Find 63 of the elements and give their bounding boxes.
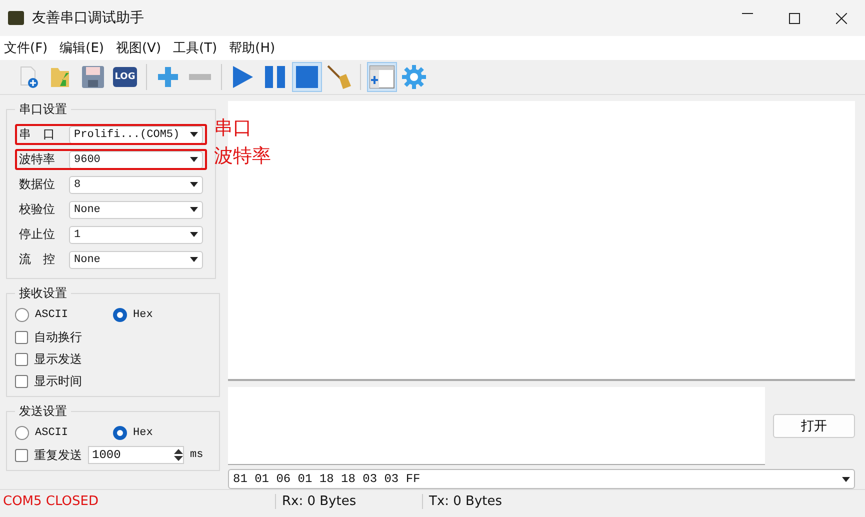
broom-icon — [326, 64, 352, 90]
checkbox[interactable]: 自动换行 — [15, 328, 82, 346]
unit-label: ms — [190, 449, 204, 461]
radio-button[interactable]: ASCII — [15, 308, 113, 322]
checkbox[interactable]: 显示发送 — [15, 350, 82, 368]
port-status: COM5 CLOSED — [2, 494, 100, 508]
menu-item[interactable]: 工具(T) — [173, 39, 218, 57]
dropdown[interactable]: None — [69, 200, 203, 218]
field-label: 流 控 — [19, 251, 56, 268]
new-file-icon — [18, 65, 40, 89]
dropdown-caret-icon — [190, 182, 198, 187]
pause-icon — [264, 65, 286, 89]
dropdown-caret-icon — [190, 157, 198, 162]
window-plus-icon — [369, 65, 395, 89]
dropdown-caret-icon — [190, 207, 198, 212]
field-label: 数据位 — [19, 176, 56, 193]
annotation-label: 串口 — [214, 116, 252, 141]
window-title: 友善串口调试助手 — [32, 9, 144, 27]
log-icon: LOG — [112, 67, 138, 87]
spin-arrows-icon — [174, 448, 183, 462]
checkbox[interactable]: 显示时间 — [15, 372, 82, 390]
minimize-icon[interactable] — [742, 12, 753, 14]
toolbar-button[interactable] — [292, 62, 322, 92]
menu-item[interactable]: 帮助(H) — [229, 39, 276, 57]
field-label: 波特率 — [19, 151, 56, 168]
toolbar-button[interactable]: LOG — [110, 62, 140, 92]
dropdown[interactable]: Prolifi...(COM5) — [69, 126, 203, 144]
dropdown-caret-icon — [190, 257, 198, 262]
menu-item[interactable]: 文件(F) — [4, 39, 48, 57]
dropdown[interactable]: 9600 — [69, 150, 203, 168]
radio-button[interactable]: ASCII — [15, 426, 113, 440]
rx-counter: Rx: 0 Bytes — [275, 494, 422, 508]
command-combo[interactable]: 81 01 06 01 18 18 03 03 FF — [228, 469, 855, 489]
group-title: 接收设置 — [18, 285, 68, 302]
checkbox[interactable]: 重复发送 — [15, 446, 82, 464]
menu-item[interactable]: 视图(V) — [116, 39, 162, 57]
interval-spinbox[interactable]: 1000 — [88, 446, 184, 464]
toolbar-button[interactable] — [367, 62, 397, 92]
dropdown-caret-icon — [842, 476, 850, 482]
radio-button[interactable]: Hex — [113, 426, 211, 440]
stop-icon — [295, 65, 319, 89]
toolbar-button[interactable] — [399, 62, 429, 92]
field-label: 停止位 — [19, 226, 56, 243]
menu-item[interactable]: 编辑(E) — [60, 39, 104, 57]
maximize-icon[interactable] — [789, 12, 800, 24]
dropdown[interactable]: None — [69, 250, 203, 268]
dropdown-caret-icon — [190, 232, 198, 237]
app-icon — [8, 11, 24, 25]
plus-icon — [157, 66, 179, 88]
dropdown[interactable]: 8 — [69, 176, 203, 194]
group-title: 串口设置 — [18, 101, 68, 118]
tx-counter: Tx: 0 Bytes — [422, 494, 569, 508]
dropdown-caret-icon — [190, 132, 198, 137]
annotation-label: 波特率 — [214, 144, 271, 169]
radio-button[interactable]: Hex — [113, 308, 211, 322]
field-label: 串 口 — [19, 126, 56, 143]
close-icon[interactable] — [836, 12, 847, 24]
play-icon — [232, 65, 254, 89]
group-title: 发送设置 — [18, 403, 68, 420]
open-button[interactable]: 打开 — [773, 414, 855, 438]
dropdown[interactable]: 1 — [69, 226, 203, 244]
minus-icon — [189, 73, 211, 81]
field-label: 校验位 — [19, 201, 56, 218]
